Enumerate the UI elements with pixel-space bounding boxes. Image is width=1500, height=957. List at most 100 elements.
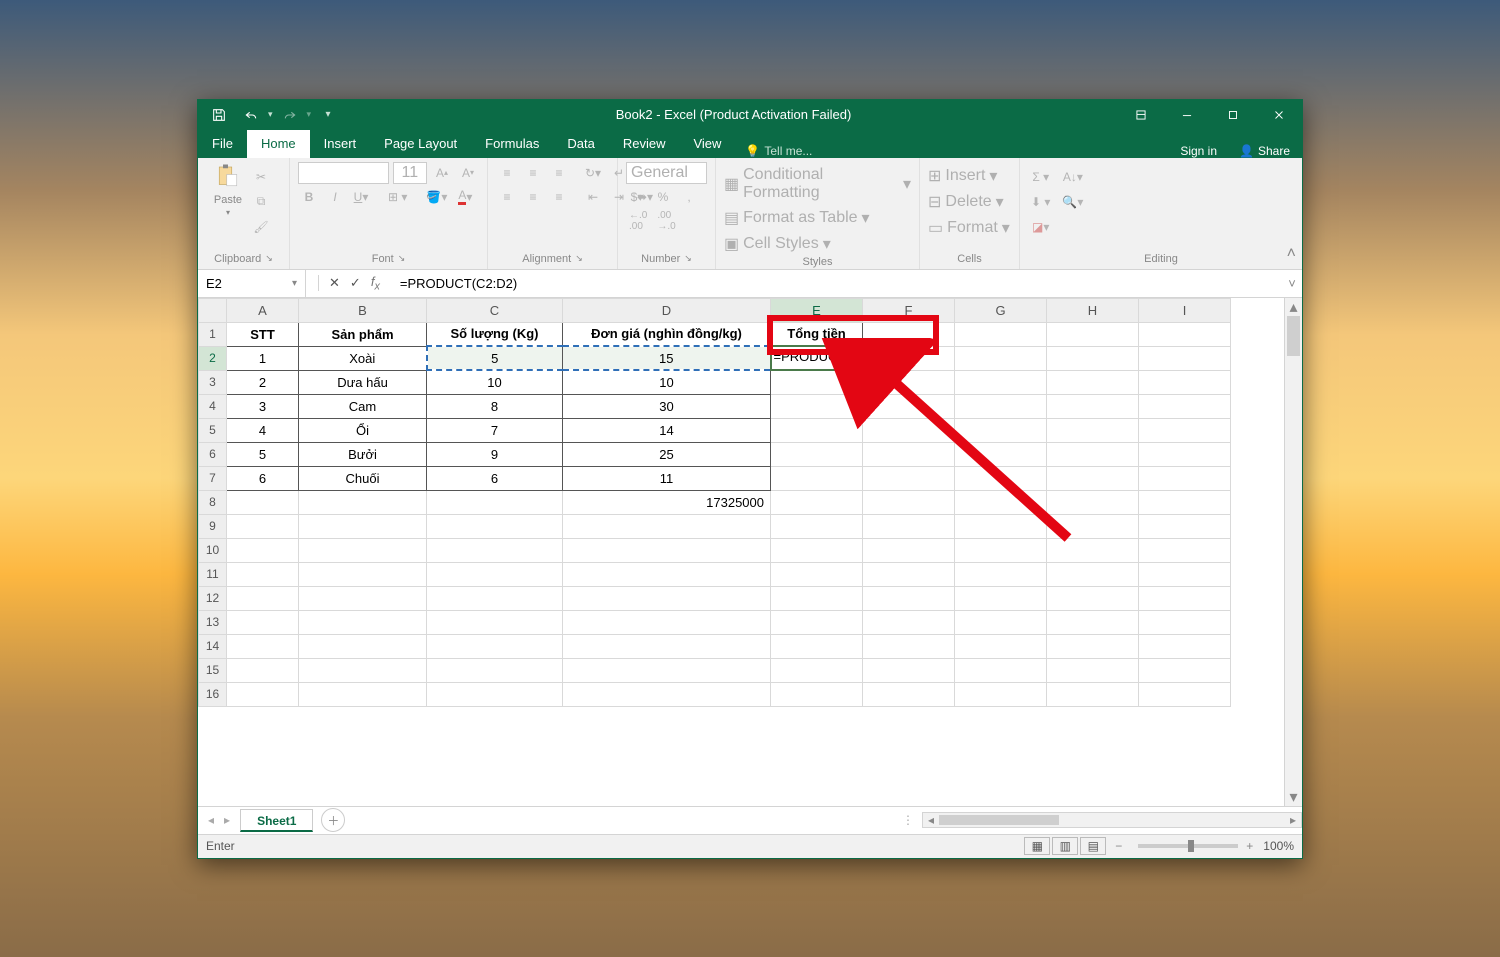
tell-me[interactable]: 💡Tell me... [735,144,822,158]
cell-B11[interactable] [299,562,427,586]
cell-H15[interactable] [1047,658,1139,682]
row-header-16[interactable]: 16 [199,682,227,706]
cell-D9[interactable] [563,514,771,538]
enter-formula[interactable]: ✓ [350,275,361,291]
normal-view[interactable]: ▦ [1024,837,1050,855]
select-all[interactable] [199,298,227,322]
col-header-B[interactable]: B [299,298,427,322]
col-header-F[interactable]: F [863,298,955,322]
save-button[interactable] [204,100,234,130]
cell-H9[interactable] [1047,514,1139,538]
fill-button[interactable]: ⬇ ▾ [1028,191,1053,213]
cell-B5[interactable]: Ổi [299,418,427,442]
align-bottom[interactable]: ≡ [548,162,570,184]
cell-D10[interactable] [563,538,771,562]
cell-A8[interactable] [227,490,299,514]
cell-B10[interactable] [299,538,427,562]
cell-B9[interactable] [299,514,427,538]
cell-I10[interactable] [1139,538,1231,562]
cell-A4[interactable]: 3 [227,394,299,418]
copy-button[interactable]: ⧉ [250,191,272,213]
sheet-nav[interactable]: ◂▸ [198,813,240,827]
align-middle[interactable]: ≡ [522,162,544,184]
cell-E15[interactable] [771,658,863,682]
cell-B14[interactable] [299,634,427,658]
cell-H2[interactable] [1047,346,1139,370]
cell-B12[interactable] [299,586,427,610]
undo-button[interactable] [236,100,266,130]
cell-F12[interactable] [863,586,955,610]
page-break-view[interactable]: ▤ [1080,837,1106,855]
cell-A13[interactable] [227,610,299,634]
cell-D1[interactable]: Đơn giá (nghìn đồng/kg) [563,322,771,346]
autosum[interactable]: Σ ▾ [1028,166,1053,188]
cell-A9[interactable] [227,514,299,538]
cell-B2[interactable]: Xoài [299,346,427,370]
row-header-12[interactable]: 12 [199,586,227,610]
cell-E1[interactable]: Tổng tiền [771,322,863,346]
cell-F10[interactable] [863,538,955,562]
cell-D12[interactable] [563,586,771,610]
cell-F14[interactable] [863,634,955,658]
cell-B15[interactable] [299,658,427,682]
cell-B3[interactable]: Dưa hấu [299,370,427,394]
cell-A7[interactable]: 6 [227,466,299,490]
row-header-7[interactable]: 7 [199,466,227,490]
col-header-G[interactable]: G [955,298,1047,322]
italic-button[interactable]: I [324,186,346,208]
cell-C1[interactable]: Số lượng (Kg) [427,322,563,346]
tab-data[interactable]: Data [553,130,608,158]
align-center[interactable]: ≡ [522,186,544,208]
insert-cells[interactable]: ⊞ Insert ▾ [928,166,1011,186]
cell-H7[interactable] [1047,466,1139,490]
cell-E12[interactable] [771,586,863,610]
cell-H8[interactable] [1047,490,1139,514]
new-sheet-button[interactable]: ＋ [321,808,345,832]
cell-C13[interactable] [427,610,563,634]
cell-G1[interactable] [955,322,1047,346]
cell-E16[interactable] [771,682,863,706]
cell-I13[interactable] [1139,610,1231,634]
cell-I12[interactable] [1139,586,1231,610]
cell-C3[interactable]: 10 [427,370,563,394]
cell-I7[interactable] [1139,466,1231,490]
cell-F4[interactable] [863,394,955,418]
cell-D16[interactable] [563,682,771,706]
tab-formulas[interactable]: Formulas [471,130,553,158]
format-painter-button[interactable]: 🖌 [250,216,272,238]
cell-A11[interactable] [227,562,299,586]
cell-B13[interactable] [299,610,427,634]
cell-C12[interactable] [427,586,563,610]
font-color-button[interactable]: A▾ [454,186,476,208]
cell-styles[interactable]: ▣ Cell Styles ▾ [724,234,911,254]
cell-F11[interactable] [863,562,955,586]
cell-G5[interactable] [955,418,1047,442]
redo-button[interactable] [275,100,305,130]
percent[interactable]: % [652,186,674,208]
cell-I1[interactable] [1139,322,1231,346]
cell-I2[interactable] [1139,346,1231,370]
cell-C6[interactable]: 9 [427,442,563,466]
cell-G3[interactable] [955,370,1047,394]
cell-F13[interactable] [863,610,955,634]
cell-D2[interactable]: 15 [563,346,771,370]
cell-F6[interactable] [863,442,955,466]
orientation[interactable]: ↻▾ [582,162,604,184]
cell-I9[interactable] [1139,514,1231,538]
row-header-2[interactable]: 2 [199,346,227,370]
row-header-15[interactable]: 15 [199,658,227,682]
row-header-4[interactable]: 4 [199,394,227,418]
cell-H5[interactable] [1047,418,1139,442]
cell-C8[interactable] [427,490,563,514]
cell-I3[interactable] [1139,370,1231,394]
cell-G10[interactable] [955,538,1047,562]
cell-F9[interactable] [863,514,955,538]
row-header-9[interactable]: 9 [199,514,227,538]
cell-G2[interactable] [955,346,1047,370]
close-button[interactable] [1256,100,1302,130]
formula-input[interactable]: =PRODUCT(C2:D2) [392,276,1282,291]
cell-H3[interactable] [1047,370,1139,394]
share-button[interactable]: 👤Share [1227,144,1302,158]
delete-cells[interactable]: ⊟ Delete ▾ [928,192,1011,212]
tab-file[interactable]: File [198,130,247,158]
